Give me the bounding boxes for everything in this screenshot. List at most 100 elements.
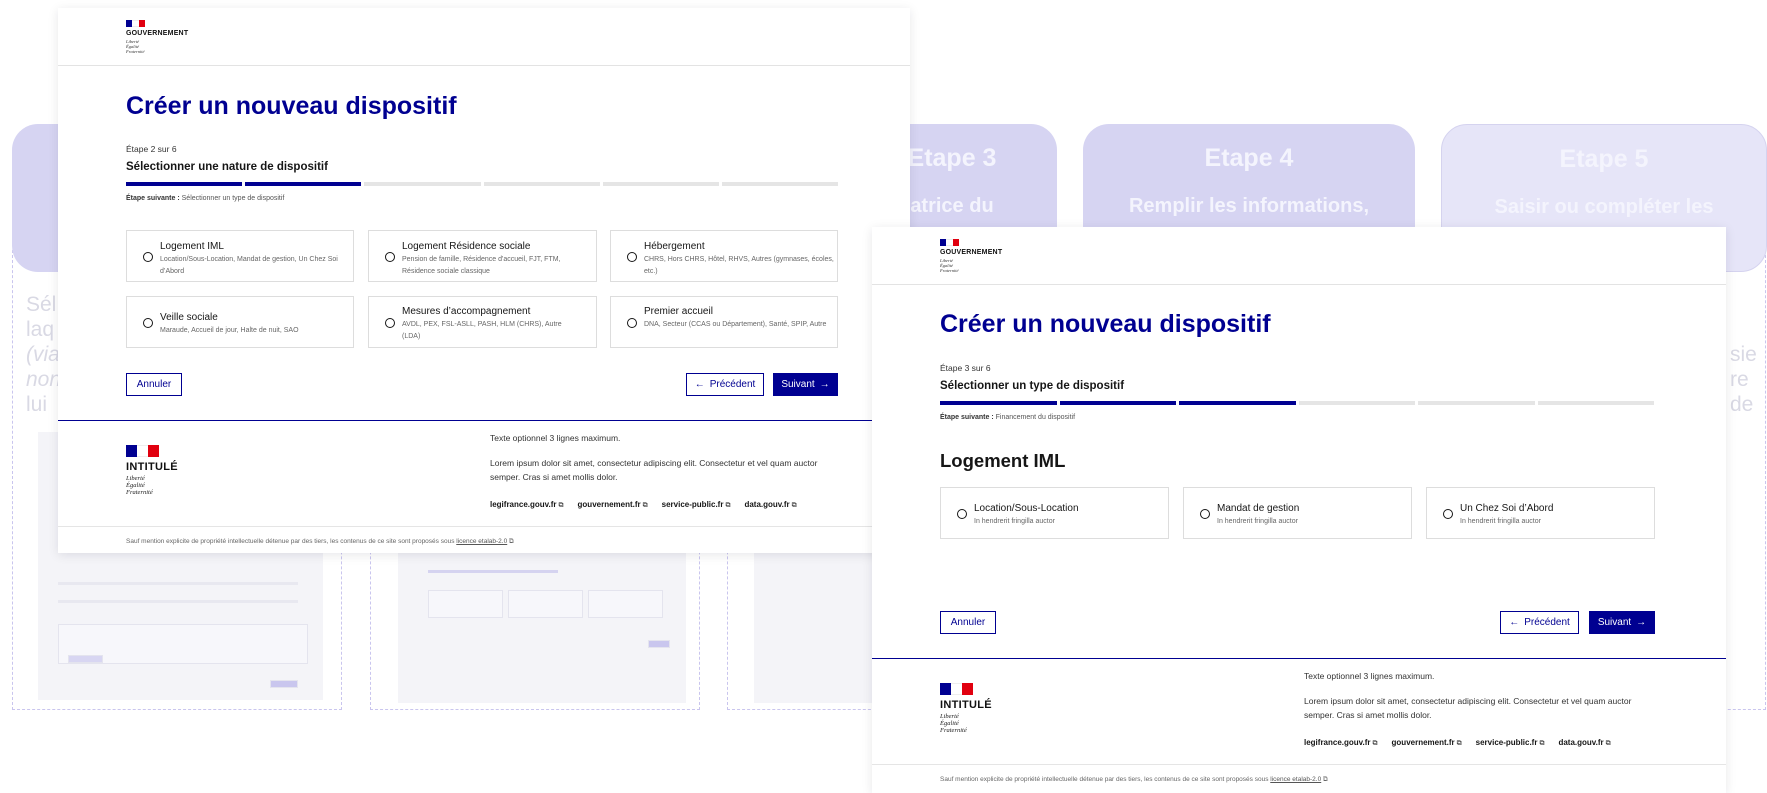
footer-motto: Liberté Égalité Fraternité <box>940 713 967 734</box>
site-footer: INTITULÉ Liberté Égalité Fraternité Text… <box>872 658 1726 793</box>
footer-link[interactable]: data.gouv.fr ⧉ <box>1558 738 1610 748</box>
radio-option-premier-accueil[interactable]: Premier accueil DNA, Secteur (CCAS ou Dé… <box>610 296 838 348</box>
radio-icon[interactable] <box>1443 509 1453 519</box>
external-link-icon: ⧉ <box>642 502 648 509</box>
footer-link[interactable]: legifrance.gouv.fr ⧉ <box>490 500 564 510</box>
radio-option-logement-iml[interactable]: Logement IML Location/Sous-Location, Man… <box>126 230 354 282</box>
footer-license-text: Sauf mention explicite de propriété inte… <box>940 776 1328 784</box>
cancel-button[interactable]: Annuler <box>126 373 182 396</box>
next-label: Suivant <box>781 379 815 390</box>
option-title: Hébergement <box>644 241 705 252</box>
option-desc: DNA, Secteur (CCAS ou Département), Sant… <box>644 321 827 328</box>
license-text: Sauf mention explicite de propriété inte… <box>940 776 1269 783</box>
ghost-line: sie <box>1730 343 1757 366</box>
next-button[interactable]: Suivant → <box>773 373 838 396</box>
ghost-box <box>428 590 503 618</box>
ghost-description-right: sie re de <box>1730 342 1757 417</box>
ghost-line: lui <box>26 393 48 416</box>
footer-bottom: Sauf mention explicite de propriété inte… <box>58 526 910 553</box>
radio-option-mandat-de-gestion[interactable]: Mandat de gestion In hendrerit fringilla… <box>1183 487 1412 539</box>
option-desc: Pension de famille, Résidence d'accueil,… <box>402 256 561 275</box>
footer-link[interactable]: service-public.fr ⧉ <box>662 500 731 510</box>
footer-link[interactable]: data.gouv.fr ⧉ <box>744 500 796 510</box>
progress-segment <box>126 182 243 186</box>
radio-option-logement-residence-sociale[interactable]: Logement Résidence sociale Pension de fa… <box>368 230 597 282</box>
gov-motto: Liberté Égalité Fraternité <box>126 39 145 54</box>
option-title: Un Chez Soi d’Abord <box>1460 503 1554 514</box>
cancel-label: Annuler <box>136 379 172 390</box>
footer-motto: Liberté Égalité Fraternité <box>126 475 153 496</box>
cancel-button[interactable]: Annuler <box>940 611 996 634</box>
progress-segment <box>483 182 600 186</box>
radio-icon[interactable] <box>1200 509 1210 519</box>
step-card-title: Etape 4 <box>1204 144 1294 172</box>
progress-segment <box>940 401 1057 405</box>
page-title: Créer un nouveau dispositif <box>940 310 1271 338</box>
arrow-left-icon: ← <box>694 379 705 390</box>
radio-option-un-chez-soi-abord[interactable]: Un Chez Soi d’Abord In hendrerit fringil… <box>1426 487 1655 539</box>
footer-intitule: INTITULÉ <box>126 461 178 473</box>
previous-label: Précédent <box>709 379 756 390</box>
progress-segment <box>1418 401 1535 405</box>
ghost-line: non <box>26 368 62 391</box>
radio-option-location-sous-location[interactable]: Location/Sous-Location In hendrerit frin… <box>940 487 1169 539</box>
license-link[interactable]: licence etalab-2.0 <box>456 538 507 545</box>
motto-line: Égalité <box>126 482 145 489</box>
link-label: service-public.fr <box>1475 738 1538 747</box>
option-desc: Location/Sous-Location, Mandat de gestio… <box>160 256 338 275</box>
footer-bottom: Sauf mention explicite de propriété inte… <box>872 764 1726 793</box>
ghost-description-left: Sél laq (via non lui <box>26 292 61 417</box>
external-link-icon: ⧉ <box>1539 740 1545 747</box>
next-step-value: Financement du dispositif <box>995 414 1076 421</box>
radio-icon[interactable] <box>143 318 153 328</box>
stepper-counter: Étape 2 sur 6 <box>126 144 177 154</box>
radio-option-veille-sociale[interactable]: Veille sociale Maraude, Accueil de jour,… <box>126 296 354 348</box>
option-title: Location/Sous-Location <box>974 503 1079 514</box>
radio-icon[interactable] <box>627 252 637 262</box>
option-title: Mandat de gestion <box>1217 503 1300 514</box>
motto-line: Fraternité <box>126 49 145 54</box>
link-label: data.gouv.fr <box>744 500 790 509</box>
next-button[interactable]: Suivant → <box>1589 611 1655 634</box>
section-title: Logement IML <box>940 450 1066 471</box>
arrow-right-icon: → <box>1636 617 1647 628</box>
screen-step-2: GOUVERNEMENT Liberté Égalité Fraternité … <box>58 8 910 553</box>
external-link-icon: ⧉ <box>791 502 797 509</box>
radio-icon[interactable] <box>385 318 395 328</box>
republic-flag-icon <box>126 20 145 27</box>
ghost-button <box>270 680 298 688</box>
gov-label: GOUVERNEMENT <box>126 30 189 37</box>
footer-link[interactable]: gouvernement.fr ⧉ <box>1392 738 1462 748</box>
footer-link[interactable]: legifrance.gouv.fr ⧉ <box>1304 738 1378 748</box>
progress-segment <box>364 182 481 186</box>
footer-links: legifrance.gouv.fr ⧉ gouvernement.fr ⧉ ser… <box>1304 738 1611 748</box>
footer-link[interactable]: gouvernement.fr ⧉ <box>578 500 648 510</box>
license-link[interactable]: licence etalab-2.0 <box>1270 776 1321 783</box>
progress-segment <box>1298 401 1415 405</box>
footer-link[interactable]: service-public.fr ⧉ <box>1476 738 1545 748</box>
cancel-label: Annuler <box>950 617 986 628</box>
progress-segment <box>1179 401 1296 405</box>
republic-flag-icon <box>940 683 973 695</box>
radio-icon[interactable] <box>143 252 153 262</box>
stepper-progress <box>126 182 839 186</box>
radio-option-mesures-accompagnement[interactable]: Mesures d’accompagnement AVDL, PEX, FSL-… <box>368 296 597 348</box>
progress-segment <box>245 182 362 186</box>
option-title: Veille sociale <box>160 312 218 323</box>
radio-icon[interactable] <box>957 509 967 519</box>
motto-line: Liberté <box>126 475 145 482</box>
external-link-icon: ⧉ <box>558 502 564 509</box>
radio-icon[interactable] <box>385 252 395 262</box>
option-desc: CHRS, Hors CHRS, Hôtel, RHVS, Autres (gy… <box>644 256 834 275</box>
motto-line: Fraternité <box>940 268 959 273</box>
link-label: service-public.fr <box>661 500 724 509</box>
ghost-line: de <box>1730 393 1754 416</box>
external-link-icon: ⧉ <box>1372 740 1378 747</box>
stepper-progress <box>940 401 1654 405</box>
footer-body-text: Lorem ipsum dolor sit amet, consectetur … <box>490 458 818 482</box>
progress-segment <box>602 182 719 186</box>
radio-icon[interactable] <box>627 318 637 328</box>
previous-button[interactable]: ← Précédent <box>1500 611 1579 634</box>
radio-option-hebergement[interactable]: Hébergement CHRS, Hors CHRS, Hôtel, RHVS… <box>610 230 838 282</box>
previous-button[interactable]: ← Précédent <box>686 373 764 396</box>
